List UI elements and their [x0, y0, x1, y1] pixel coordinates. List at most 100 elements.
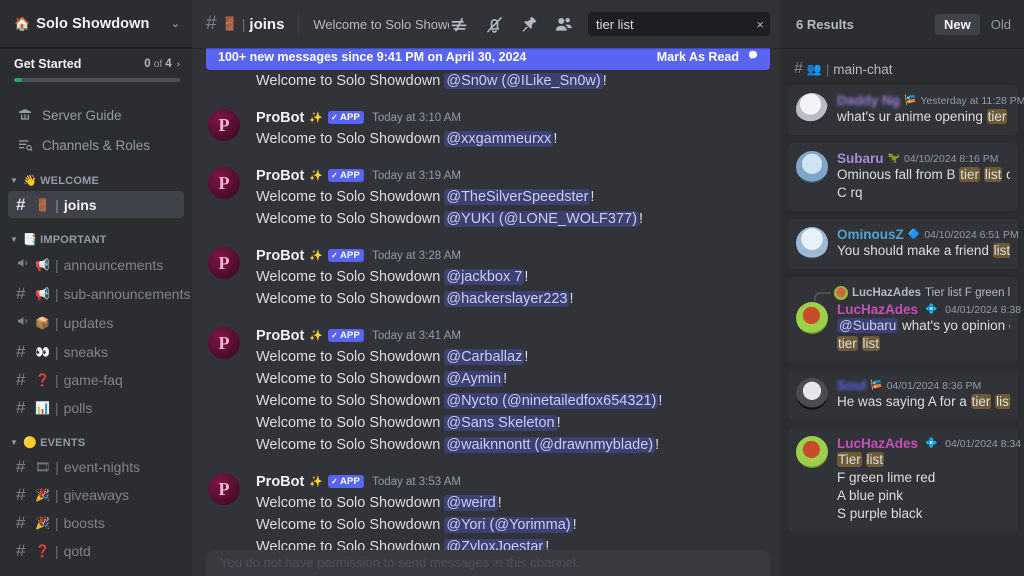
user-mention[interactable]: @YUKI (@LONE_WOLF377)	[444, 211, 639, 227]
category-emoji: 👋	[23, 175, 38, 187]
message-text: what's ur anime opening tier list?	[837, 108, 1010, 126]
message-group[interactable]: P ProBot ✨ ✓ APP Today at 3:41 AM Welcome …	[192, 325, 770, 456]
chevron-right-icon[interactable]: ›	[177, 59, 180, 70]
channel-sneaks[interactable]: # 👀 | sneaks	[8, 338, 184, 365]
message-author[interactable]: ProBot	[256, 168, 304, 184]
search-result-item[interactable]: Soul 🎏 04/01/2024 8:36 PM He was saying …	[788, 370, 1018, 420]
sort-old-button[interactable]: Old	[982, 14, 1020, 35]
search-results-body[interactable]: # 👥 | main-chat Daddy Ng 🎏 Yesterday at …	[780, 48, 1024, 576]
search-result-item[interactable]: OminousZ 🔷 04/10/2024 6:51 PM You should…	[788, 219, 1019, 269]
channel-updates[interactable]: 📦 | updates	[8, 308, 184, 337]
channel-announcements[interactable]: 📢 | announcements	[8, 250, 184, 279]
announcement-icon	[16, 313, 35, 332]
clear-search-icon[interactable]: ×	[756, 17, 764, 32]
channel-joins[interactable]: # 🚪 | joins	[8, 191, 184, 218]
message-group[interactable]: P ProBot ✨ ✓ APP Today at 3:10 AM Welcome …	[192, 107, 770, 150]
channel-boosts[interactable]: # 🎉 | boosts	[8, 509, 184, 536]
channel-giveaways[interactable]: # 🎉 | giveaways	[8, 481, 184, 508]
message-text-cont: C rq	[837, 185, 863, 200]
message-text-cont: tier list	[837, 335, 1010, 353]
message-text-cont: S purple black	[837, 506, 923, 521]
message-author[interactable]: Soul	[837, 378, 866, 393]
category-important[interactable]: ▼ 📑 IMPORTANT	[0, 219, 192, 249]
sort-new-button[interactable]: New	[935, 13, 980, 35]
user-mention[interactable]: @jackbox 7	[444, 269, 525, 285]
search-input[interactable]: tier list ×	[588, 12, 770, 36]
message-author[interactable]: OminousZ	[837, 227, 904, 242]
author-decoration-icon: 🦖	[887, 153, 900, 164]
search-result-item[interactable]: LucHazAdes Tier list F green lime LucHaz…	[788, 277, 1024, 362]
message-timestamp: 04/01/2024 8:36 PM	[886, 379, 982, 392]
avatar[interactable]	[796, 227, 828, 259]
message-author[interactable]: Subaru	[837, 151, 884, 166]
search-highlight: tier	[970, 394, 992, 409]
avatar[interactable]	[796, 151, 828, 183]
channel-event-nights[interactable]: # 🎞 | event-nights	[8, 453, 184, 480]
member-list-icon[interactable]	[553, 14, 574, 35]
channel-emoji: 🎉	[35, 487, 50, 502]
get-started-section[interactable]: Get Started 0 of 4 ›	[0, 48, 192, 86]
user-mention[interactable]: @hackerslayer223	[444, 291, 570, 307]
topbar-actions: tier list ×	[449, 12, 772, 36]
user-mention[interactable]: @Carballaz	[444, 349, 525, 365]
avatar[interactable]	[796, 93, 828, 125]
mark-read-icon[interactable]	[746, 49, 760, 66]
message-group[interactable]: P ProBot ✨ ✓ APP Today at 3:28 AM Welcome …	[192, 245, 770, 310]
reply-spine-icon	[814, 292, 831, 301]
user-mention[interactable]: @Subaru	[837, 318, 899, 333]
search-highlight: tier	[986, 109, 1008, 124]
message-author[interactable]: ProBot	[256, 248, 304, 264]
user-mention[interactable]: @Aymin	[444, 371, 504, 387]
channel-separator: |	[241, 16, 246, 32]
message-author[interactable]: ProBot	[256, 328, 304, 344]
sidebar-item-server-guide[interactable]: Server Guide	[8, 101, 184, 129]
hash-icon: #	[794, 60, 803, 77]
category-events[interactable]: ▼ 🟡 EVENTS	[0, 422, 192, 452]
channel-sub-announcements[interactable]: # 📢 | sub-announcements	[8, 280, 190, 307]
channel-separator: |	[54, 542, 59, 559]
user-mention[interactable]: @Sans Skeleton	[444, 415, 557, 431]
hash-icon: #	[16, 541, 26, 560]
sidebar-item-channels-roles[interactable]: Channels & Roles	[8, 131, 184, 159]
message-timestamp: 04/10/2024 8:16 PM	[903, 152, 999, 165]
message-group[interactable]: P ProBot ✨ ✓ APP Today at 3:19 AM Welcome …	[192, 165, 770, 230]
user-mention[interactable]: @Sn0w (@ILike_Sn0w)	[444, 73, 603, 89]
verified-check-icon: ✓	[331, 477, 338, 486]
message-author[interactable]: Daddy Ng	[837, 93, 900, 108]
channel-qotd[interactable]: # ❓ | qotd	[8, 537, 184, 564]
user-mention[interactable]: @xxgammeurxx	[444, 131, 554, 147]
user-mention[interactable]: @waiknnontt (@drawnmyblade)	[444, 437, 656, 453]
message-author[interactable]: ProBot	[256, 474, 304, 490]
avatar[interactable]	[796, 436, 828, 468]
user-mention[interactable]: @weird	[444, 495, 498, 511]
message-author[interactable]: ProBot	[256, 110, 304, 126]
notifications-muted-icon[interactable]	[484, 14, 505, 35]
chevron-down-icon[interactable]: ⌄	[171, 17, 180, 30]
avatar[interactable]	[796, 302, 828, 334]
category-welcome[interactable]: ▼ 👋 WELCOME	[0, 160, 192, 190]
category-tickets[interactable]: ▼ 🎫 TICKETS	[0, 565, 192, 576]
user-mention[interactable]: @Yori (@Yorimma)	[444, 517, 573, 533]
channel-emoji: 🎉	[35, 515, 50, 530]
threads-icon[interactable]	[449, 14, 470, 35]
search-result-item[interactable]: LucHazAdes ·💠· 04/01/2024 8:34 PM Tier l…	[788, 428, 1024, 532]
mark-as-read-button[interactable]: Mark As Read	[657, 50, 739, 64]
message-list[interactable]: Welcome to Solo Showdown @Soldato!Welcom…	[192, 48, 780, 576]
user-mention[interactable]: @TheSilverSpeedster	[444, 189, 591, 205]
pinned-messages-icon[interactable]	[519, 14, 539, 34]
search-highlight: list	[992, 243, 1010, 258]
channel-polls[interactable]: # 📊 | polls	[8, 394, 184, 421]
message-author[interactable]: LucHazAdes	[837, 436, 918, 451]
server-header[interactable]: 🏠 Solo Showdown ⌄	[0, 0, 192, 48]
avatar[interactable]	[796, 378, 828, 410]
channel-label: announcements	[63, 256, 164, 273]
user-mention[interactable]: @Nycto (@ninetailedfox654321)	[444, 393, 659, 409]
hash-icon: #	[16, 284, 26, 303]
message-author[interactable]: LucHazAdes	[837, 302, 918, 317]
channel-game-faq[interactable]: # ❓ | game-faq	[8, 366, 184, 393]
verified-check-icon: ✓	[331, 171, 338, 180]
search-result-item[interactable]: Daddy Ng 🎏 Yesterday at 11:28 PM what's …	[788, 85, 1024, 135]
discord-app: 🏠 Solo Showdown ⌄ Get Started 0 of 4 › S…	[0, 0, 1024, 576]
search-result-item[interactable]: Subaru 🦖 04/10/2024 8:16 PM Ominous fall…	[788, 143, 1018, 211]
reply-reference[interactable]: LucHazAdes Tier list F green lime	[796, 285, 1010, 301]
